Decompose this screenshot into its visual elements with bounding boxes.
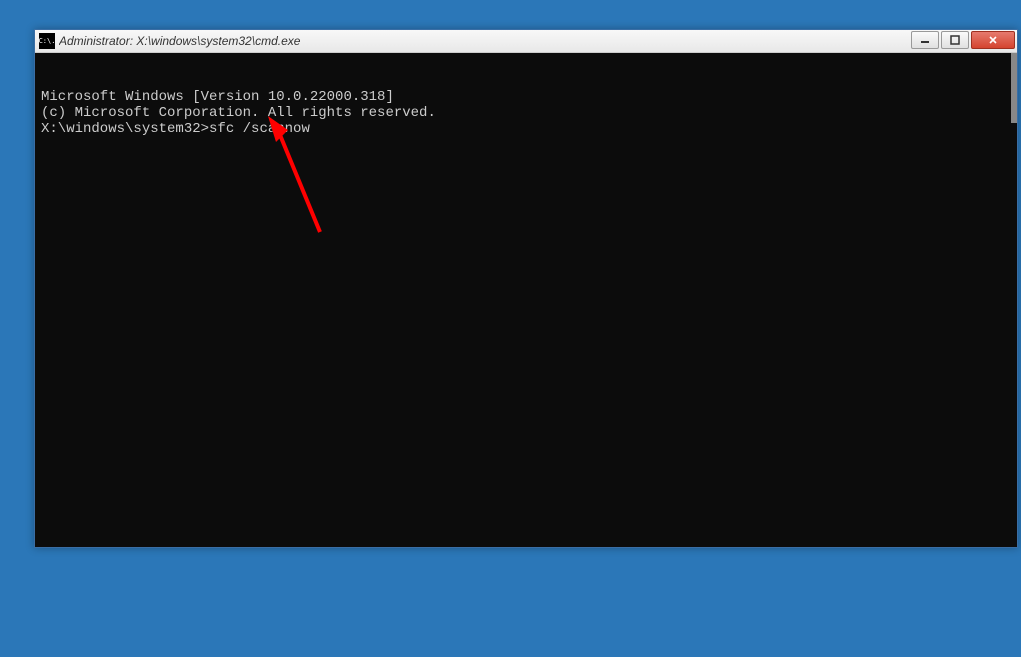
minimize-icon: [920, 35, 930, 45]
titlebar[interactable]: C:\. Administrator: X:\windows\system32\…: [35, 30, 1017, 53]
cmd-window: C:\. Administrator: X:\windows\system32\…: [34, 29, 1018, 548]
maximize-button[interactable]: [941, 31, 969, 49]
cmd-icon: C:\.: [39, 33, 55, 49]
terminal-command: sfc /scannow: [209, 121, 310, 137]
terminal-output-line: Microsoft Windows [Version 10.0.22000.31…: [41, 89, 1011, 105]
terminal-prompt-line: X:\windows\system32>sfc /scannow: [41, 121, 1011, 137]
terminal-output-line: (c) Microsoft Corporation. All rights re…: [41, 105, 1011, 121]
window-title: Administrator: X:\windows\system32\cmd.e…: [59, 34, 911, 48]
window-controls: [911, 31, 1015, 51]
minimize-button[interactable]: [911, 31, 939, 49]
maximize-icon: [950, 35, 960, 45]
close-button[interactable]: [971, 31, 1015, 49]
terminal-prompt: X:\windows\system32>: [41, 121, 209, 137]
terminal[interactable]: Microsoft Windows [Version 10.0.22000.31…: [35, 53, 1017, 547]
close-icon: [988, 35, 998, 45]
scrollbar[interactable]: [1011, 53, 1017, 123]
